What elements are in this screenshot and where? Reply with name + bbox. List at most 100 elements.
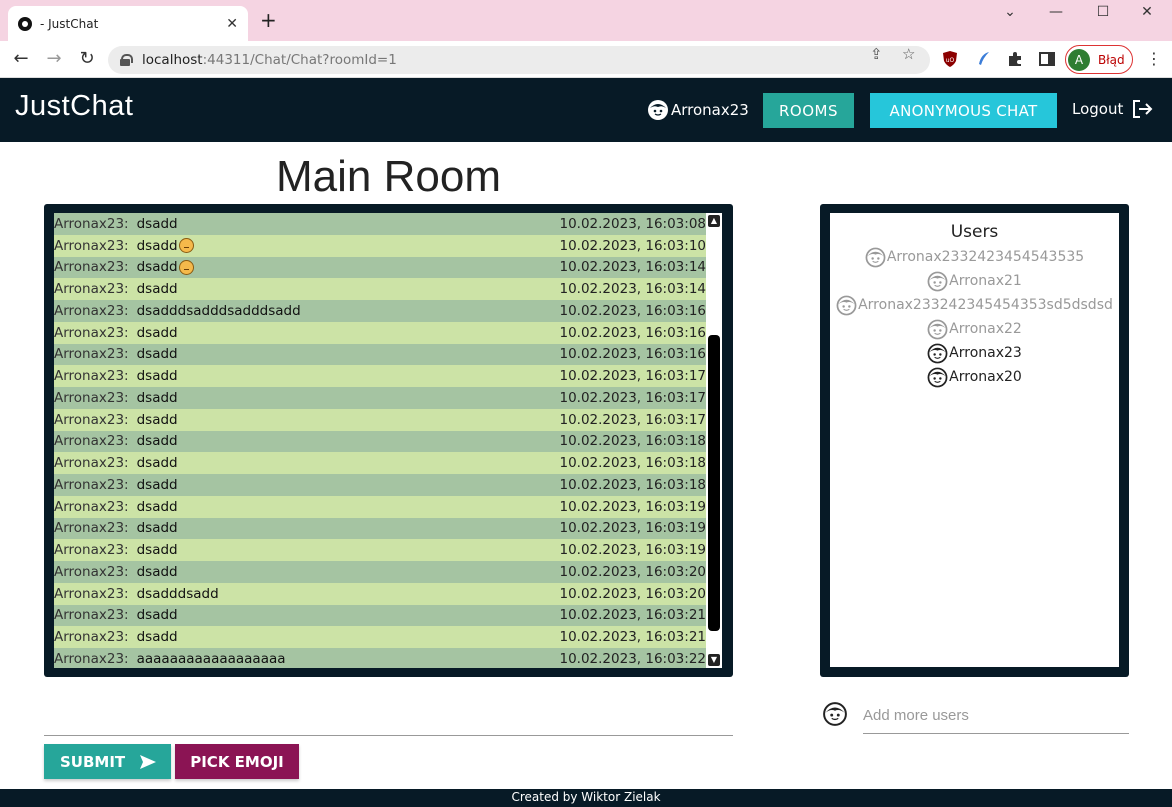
message-author: Arronax23: xyxy=(54,498,129,515)
user-list-item[interactable]: Arronax22 xyxy=(830,317,1119,341)
browser-menu-icon[interactable]: ⋮ xyxy=(1146,49,1162,68)
message-timestamp: 10.02.2023, 16:03:19 xyxy=(559,542,706,559)
message-text: dsadd xyxy=(136,455,178,472)
share-icon[interactable]: ⇪ xyxy=(870,45,883,63)
user-list-item[interactable]: Arronax2332423454543535 xyxy=(830,245,1119,269)
message-scrollbar[interactable]: ▲ ▼ xyxy=(706,213,722,668)
message-text: dsadd xyxy=(136,215,178,232)
pick-emoji-button[interactable]: PICK EMOJI xyxy=(175,744,299,779)
message-author: Arronax23: xyxy=(54,629,129,646)
message-author: Arronax23: xyxy=(54,389,129,406)
message-timestamp: 10.02.2023, 16:03:17 xyxy=(559,368,706,385)
bookmark-star-icon[interactable]: ☆ xyxy=(902,45,915,63)
message-row: Arronax23: dsadd 10.02.2023, 16:03:14 xyxy=(54,256,706,279)
browser-tab[interactable]: - JustChat ✕ xyxy=(8,6,248,41)
scroll-up-icon[interactable]: ▲ xyxy=(708,215,720,227)
rooms-button[interactable]: ROOMS xyxy=(763,93,854,128)
profile-button[interactable]: A Błąd xyxy=(1065,45,1133,74)
user-online-avatar-icon xyxy=(927,343,948,363)
message-author: Arronax23: xyxy=(54,215,129,232)
user-name: Arronax23 xyxy=(949,345,1022,361)
add-users-input[interactable] xyxy=(863,698,1129,734)
users-panel: Users Arronax2332423454543535 Arronax21 Ar… xyxy=(820,204,1129,677)
close-window-icon[interactable]: ✕ xyxy=(1132,4,1162,20)
message-row: Arronax23: dsadddsadddsadddsadd 10.02.2023… xyxy=(54,300,706,322)
address-bar[interactable]: localhost:44311/Chat/Chat?roomId=1 xyxy=(108,46,930,74)
user-name: Arronax21 xyxy=(949,273,1022,289)
scroll-down-icon[interactable]: ▼ xyxy=(708,654,720,666)
message-timestamp: 10.02.2023, 16:03:19 xyxy=(559,520,706,537)
message-timestamp: 10.02.2023, 16:03:21 xyxy=(559,607,706,624)
extensions-puzzle-icon[interactable] xyxy=(1006,50,1024,68)
send-icon xyxy=(140,754,157,769)
scroll-thumb[interactable] xyxy=(708,335,720,631)
feather-extension-icon[interactable] xyxy=(975,50,993,68)
message-row: Arronax23: dsadd 10.02.2023, 16:03:19 xyxy=(54,539,706,561)
user-name: Arronax22 xyxy=(949,321,1022,337)
user-list-item[interactable]: Arronax21 xyxy=(830,269,1119,293)
anonymous-chat-button[interactable]: ANONYMOUS CHAT xyxy=(870,93,1057,128)
profile-avatar: A xyxy=(1068,48,1090,71)
message-timestamp: 10.02.2023, 16:03:19 xyxy=(559,498,706,515)
user-list-item[interactable]: Arronax233242345454353sd5dsdsd xyxy=(830,293,1119,317)
message-row: Arronax23: dsadd 10.02.2023, 16:03:08 xyxy=(54,213,706,235)
ublock-shield-icon[interactable]: uO xyxy=(941,50,959,68)
forward-arrow-icon[interactable]: → xyxy=(43,48,65,69)
message-row: Arronax23: dsadd 10.02.2023, 16:03:17 xyxy=(54,408,706,431)
message-row: Arronax23: dsadd 10.02.2023, 16:03:16 xyxy=(54,321,706,344)
reload-icon[interactable]: ↻ xyxy=(76,48,98,69)
message-row: Arronax23: dsadd 10.02.2023, 16:03:19 xyxy=(54,517,706,540)
message-text: dsadd xyxy=(136,607,178,624)
user-offline-avatar-icon xyxy=(927,271,948,291)
message-text: dsadd xyxy=(136,389,178,406)
message-timestamp: 10.02.2023, 16:03:22 xyxy=(559,650,706,667)
message-author: Arronax23: xyxy=(54,607,129,624)
close-tab-icon[interactable]: ✕ xyxy=(226,16,238,32)
user-list-item[interactable]: Arronax23 xyxy=(830,341,1119,365)
message-timestamp: 10.02.2023, 16:03:21 xyxy=(559,629,706,646)
message-row: Arronax23: dsadd 10.02.2023, 16:03:19 xyxy=(54,495,706,518)
side-panel-icon[interactable] xyxy=(1038,50,1056,68)
message-text: dsadd xyxy=(136,433,178,450)
maximize-icon[interactable]: ☐ xyxy=(1088,4,1118,20)
message-row: Arronax23: dsadd 10.02.2023, 16:03:10 xyxy=(54,234,706,257)
message-timestamp: 10.02.2023, 16:03:20 xyxy=(559,585,706,602)
user-list-item[interactable]: Arronax20 xyxy=(830,365,1119,389)
message-input[interactable] xyxy=(44,700,733,734)
message-text: dsadd xyxy=(136,368,178,385)
message-author: Arronax23: xyxy=(54,368,129,385)
message-author: Arronax23: xyxy=(54,281,129,298)
message-author: Arronax23: xyxy=(54,259,129,276)
message-timestamp: 10.02.2023, 16:03:10 xyxy=(559,237,706,254)
browser-toolbar: ← → ↻ localhost:44311/Chat/Chat?roomId=1… xyxy=(0,41,1172,78)
lock-icon xyxy=(120,54,133,66)
message-text: dsadd xyxy=(136,411,178,428)
footer: Created by Wiktor Zielak xyxy=(0,789,1172,807)
logout-button[interactable]: Logout xyxy=(1072,99,1153,119)
message-row: Arronax23: aaaaaaaaaaaaaaaaaa 10.02.2023, … xyxy=(54,648,706,668)
message-list[interactable]: Arronax23: dsadd 10.02.2023, 16:03:08 Arron… xyxy=(54,213,706,668)
message-timestamp: 10.02.2023, 16:03:18 xyxy=(559,476,706,493)
message-row: Arronax23: dsadd 10.02.2023, 16:03:16 xyxy=(54,343,706,366)
message-text: dsadddsadd xyxy=(136,585,219,602)
message-row: Arronax23: dsadd 10.02.2023, 16:03:20 xyxy=(54,561,706,583)
message-author: Arronax23: xyxy=(54,585,129,602)
message-row: Arronax23: dsadd 10.02.2023, 16:03:21 xyxy=(54,626,706,648)
new-tab-icon[interactable]: + xyxy=(260,10,277,30)
message-text: dsadd xyxy=(136,563,178,580)
message-author: Arronax23: xyxy=(54,302,129,319)
submit-label: SUBMIT xyxy=(60,752,126,771)
message-text: dsadd xyxy=(136,542,178,559)
app-navbar: JustChat Arronax23 ROOMS ANONYMOUS CHAT … xyxy=(0,78,1172,142)
tab-search-icon[interactable]: ⌄ xyxy=(995,4,1025,20)
message-timestamp: 10.02.2023, 16:03:20 xyxy=(559,563,706,580)
users-list: Arronax2332423454543535 Arronax21 Arronax2… xyxy=(830,245,1119,389)
minimize-icon[interactable]: — xyxy=(1041,4,1071,20)
message-timestamp: 10.02.2023, 16:03:18 xyxy=(559,455,706,472)
message-author: Arronax23: xyxy=(54,324,129,341)
users-title: Users xyxy=(950,222,999,242)
back-arrow-icon[interactable]: ← xyxy=(10,48,32,69)
message-row: Arronax23: dsadd 10.02.2023, 16:03:14 xyxy=(54,278,706,300)
submit-button[interactable]: SUBMIT xyxy=(44,744,171,779)
brand-logo[interactable]: JustChat xyxy=(15,90,133,123)
